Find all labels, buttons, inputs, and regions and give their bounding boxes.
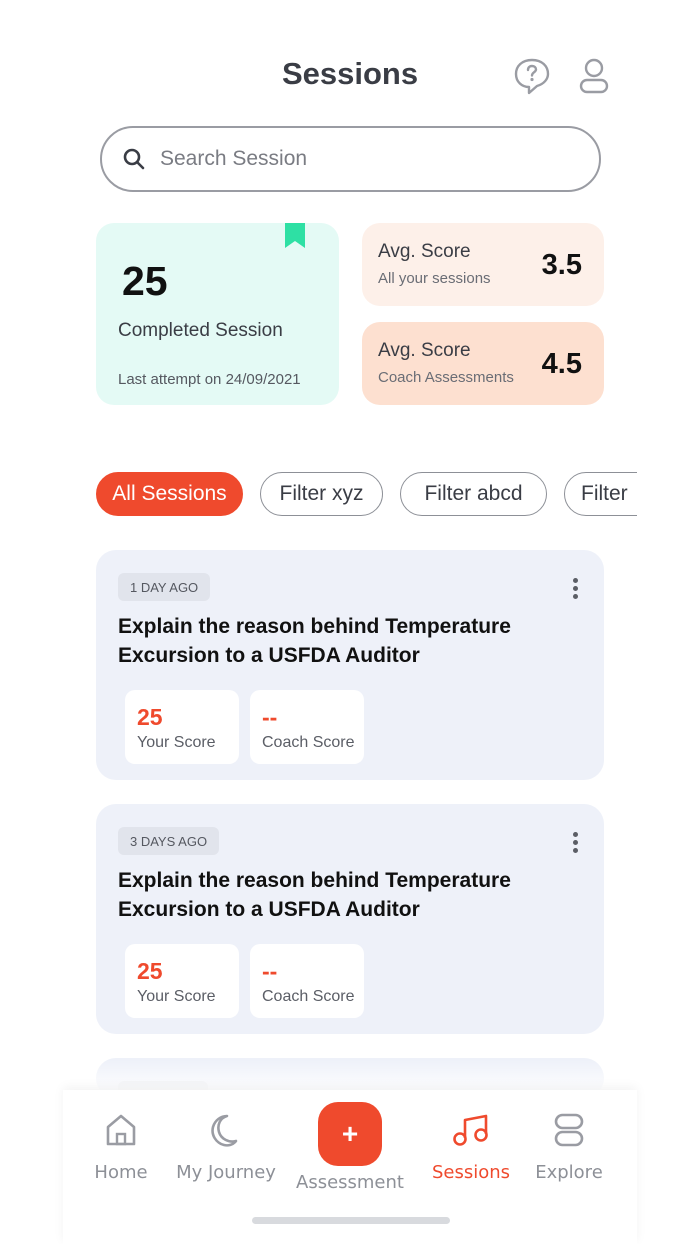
- bookmark-icon: [285, 223, 305, 248]
- add-assessment-button[interactable]: +: [318, 1102, 382, 1166]
- avg-coach-value: 4.5: [541, 348, 582, 380]
- profile-icon[interactable]: [574, 56, 614, 96]
- session-card[interactable]: 3 DAYS AGO Explain the reason behind Tem…: [96, 804, 604, 1034]
- coach-score-value: --: [262, 958, 278, 984]
- nav-my-journey-label: My Journey: [176, 1162, 276, 1183]
- music-note-icon: [453, 1114, 488, 1146]
- completed-count: 25: [122, 258, 168, 304]
- search-bar[interactable]: [100, 126, 601, 192]
- completed-label: Completed Session: [118, 320, 283, 341]
- nav-sessions[interactable]: Sessions: [416, 1112, 526, 1183]
- nav-home[interactable]: Home: [66, 1112, 176, 1183]
- your-score-label: Your Score: [137, 734, 216, 751]
- more-options-icon[interactable]: [570, 832, 580, 854]
- nav-home-label: Home: [94, 1162, 148, 1183]
- explore-icon: [554, 1113, 584, 1147]
- moon-icon: [211, 1114, 238, 1147]
- session-card[interactable]: 1 DAY AGO Explain the reason behind Temp…: [96, 550, 604, 780]
- app-header: Sessions: [0, 0, 700, 120]
- time-badge: 1 DAY AGO: [118, 573, 211, 601]
- your-score-box: 25 Your Score: [125, 944, 239, 1018]
- nav-explore[interactable]: Explore: [514, 1112, 624, 1183]
- avg-coach-subtitle: Coach Assessments: [378, 369, 514, 386]
- nav-sessions-label: Sessions: [431, 1162, 511, 1183]
- filter-all-sessions[interactable]: All Sessions: [96, 472, 243, 516]
- search-icon: [123, 148, 145, 170]
- your-score-label: Your Score: [137, 988, 216, 1005]
- filter-abcd[interactable]: Filter abcd: [400, 472, 547, 516]
- avg-score-title: Avg. Score: [378, 241, 471, 262]
- home-indicator: [252, 1217, 450, 1224]
- nav-explore-label: Explore: [535, 1162, 603, 1183]
- filter-xyz[interactable]: Filter xyz: [260, 472, 383, 516]
- list-fade: [63, 1060, 637, 1090]
- home-icon: [106, 1114, 136, 1146]
- your-score-value: 25: [137, 704, 163, 730]
- your-score-box: 25 Your Score: [125, 690, 239, 764]
- nav-assessment-label[interactable]: Assessment: [290, 1172, 410, 1193]
- filter-more[interactable]: Filter: [564, 472, 637, 516]
- avg-score-value: 3.5: [541, 249, 582, 281]
- avg-score-all-card[interactable]: Avg. Score All your sessions 3.5: [362, 223, 604, 306]
- time-badge: 3 DAYS AGO: [118, 827, 220, 855]
- avg-coach-title: Avg. Score: [378, 340, 471, 361]
- coach-score-box: -- Coach Score: [250, 944, 364, 1018]
- your-score-value: 25: [137, 958, 163, 984]
- avg-score-subtitle: All your sessions: [378, 270, 491, 287]
- nav-my-journey[interactable]: My Journey: [171, 1112, 281, 1183]
- last-attempt-text: Last attempt on 24/09/2021: [118, 371, 301, 388]
- more-options-icon[interactable]: [570, 578, 580, 600]
- session-title: Explain the reason behind Temperature Ex…: [118, 869, 511, 921]
- filter-chips: All Sessions Filter xyz Filter abcd Filt…: [96, 472, 637, 518]
- coach-score-value: --: [262, 704, 278, 730]
- search-input[interactable]: [160, 147, 560, 171]
- avg-score-coach-card[interactable]: Avg. Score Coach Assessments 4.5: [362, 322, 604, 405]
- coach-score-label: Coach Score: [262, 734, 355, 751]
- coach-score-label: Coach Score: [262, 988, 355, 1005]
- session-title: Explain the reason behind Temperature Ex…: [118, 615, 511, 667]
- coach-score-box: -- Coach Score: [250, 690, 364, 764]
- help-chat-icon[interactable]: [512, 56, 552, 96]
